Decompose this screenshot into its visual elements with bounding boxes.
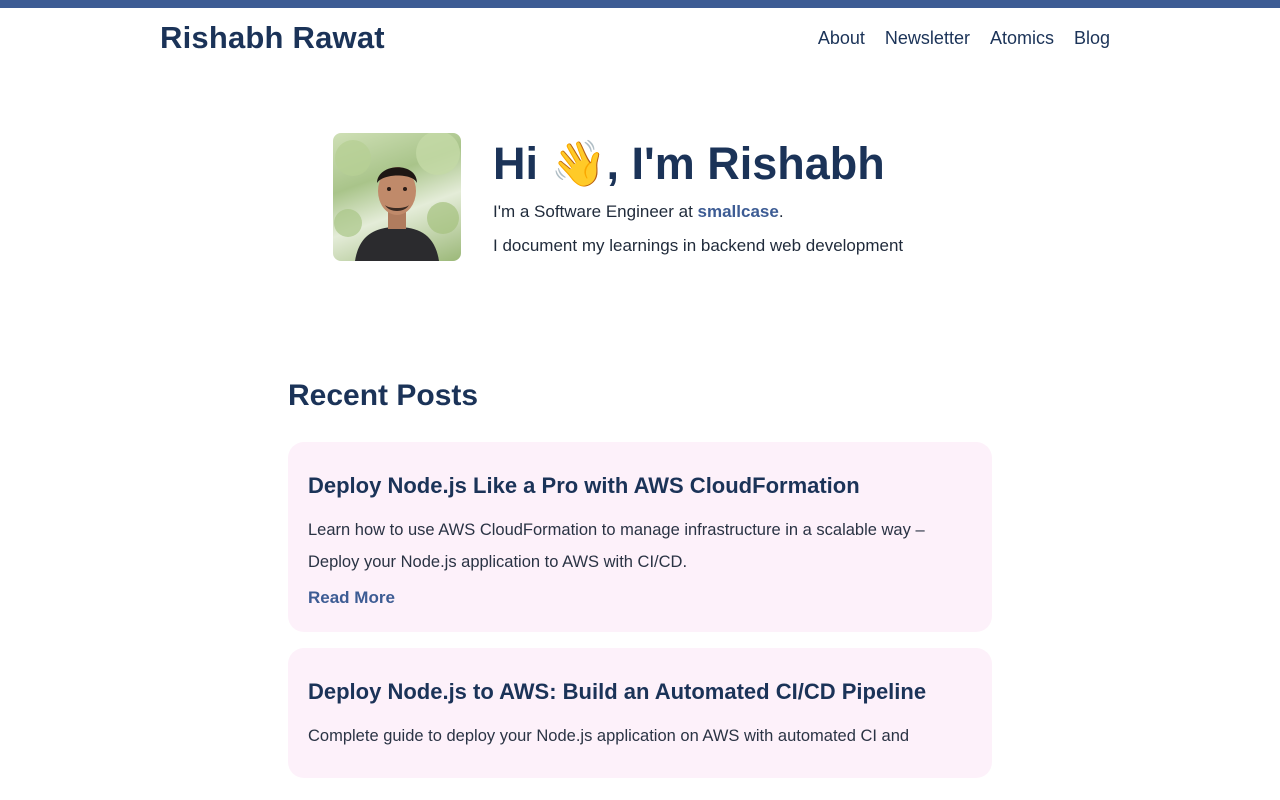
site-title-link[interactable]: Rishabh Rawat <box>160 20 385 56</box>
hero-text: Hi 👋, I'm Rishabh I'm a Software Enginee… <box>493 133 993 263</box>
hero-intro-suffix: . <box>778 202 784 221</box>
read-more-link[interactable]: Read More <box>308 588 395 607</box>
recent-posts-heading: Recent Posts <box>288 379 479 412</box>
hero-tagline: I document my learnings in backend web d… <box>493 236 904 255</box>
nav-item-atomics[interactable]: Atomics <box>990 28 1054 49</box>
recent-posts-section: Recent Posts Deploy Node.js Like a Pro w… <box>288 370 992 794</box>
nav-item-about[interactable]: About <box>818 28 865 49</box>
company-link[interactable]: smallcase <box>698 202 779 221</box>
post-description: Learn how to use AWS CloudFormation to m… <box>308 521 925 571</box>
post-list: Deploy Node.js Like a Pro with AWS Cloud… <box>288 442 992 778</box>
site-header: Rishabh Rawat About Newsletter Atomics B… <box>160 8 1110 70</box>
hero-intro-prefix: I'm a Software Engineer at <box>493 202 698 221</box>
top-accent-bar <box>0 0 1280 8</box>
nav-item-newsletter[interactable]: Newsletter <box>885 28 970 49</box>
post-card: Deploy Node.js Like a Pro with AWS Cloud… <box>288 442 992 632</box>
post-title[interactable]: Deploy Node.js to AWS: Build an Automate… <box>308 670 972 714</box>
main-nav: About Newsletter Atomics Blog <box>818 28 1110 49</box>
avatar <box>333 133 461 261</box>
nav-item-blog[interactable]: Blog <box>1074 28 1110 49</box>
post-card: Deploy Node.js to AWS: Build an Automate… <box>288 648 992 778</box>
hero-section: Hi 👋, I'm Rishabh I'm a Software Enginee… <box>333 133 973 263</box>
avatar-photo-icon <box>334 133 460 261</box>
hero-intro: I'm a Software Engineer at smallcase. <box>493 195 993 229</box>
hero-greeting: Hi 👋, I'm Rishabh <box>493 138 885 189</box>
post-description: Complete guide to deploy your Node.js ap… <box>308 727 910 745</box>
post-title[interactable]: Deploy Node.js Like a Pro with AWS Cloud… <box>308 464 972 508</box>
